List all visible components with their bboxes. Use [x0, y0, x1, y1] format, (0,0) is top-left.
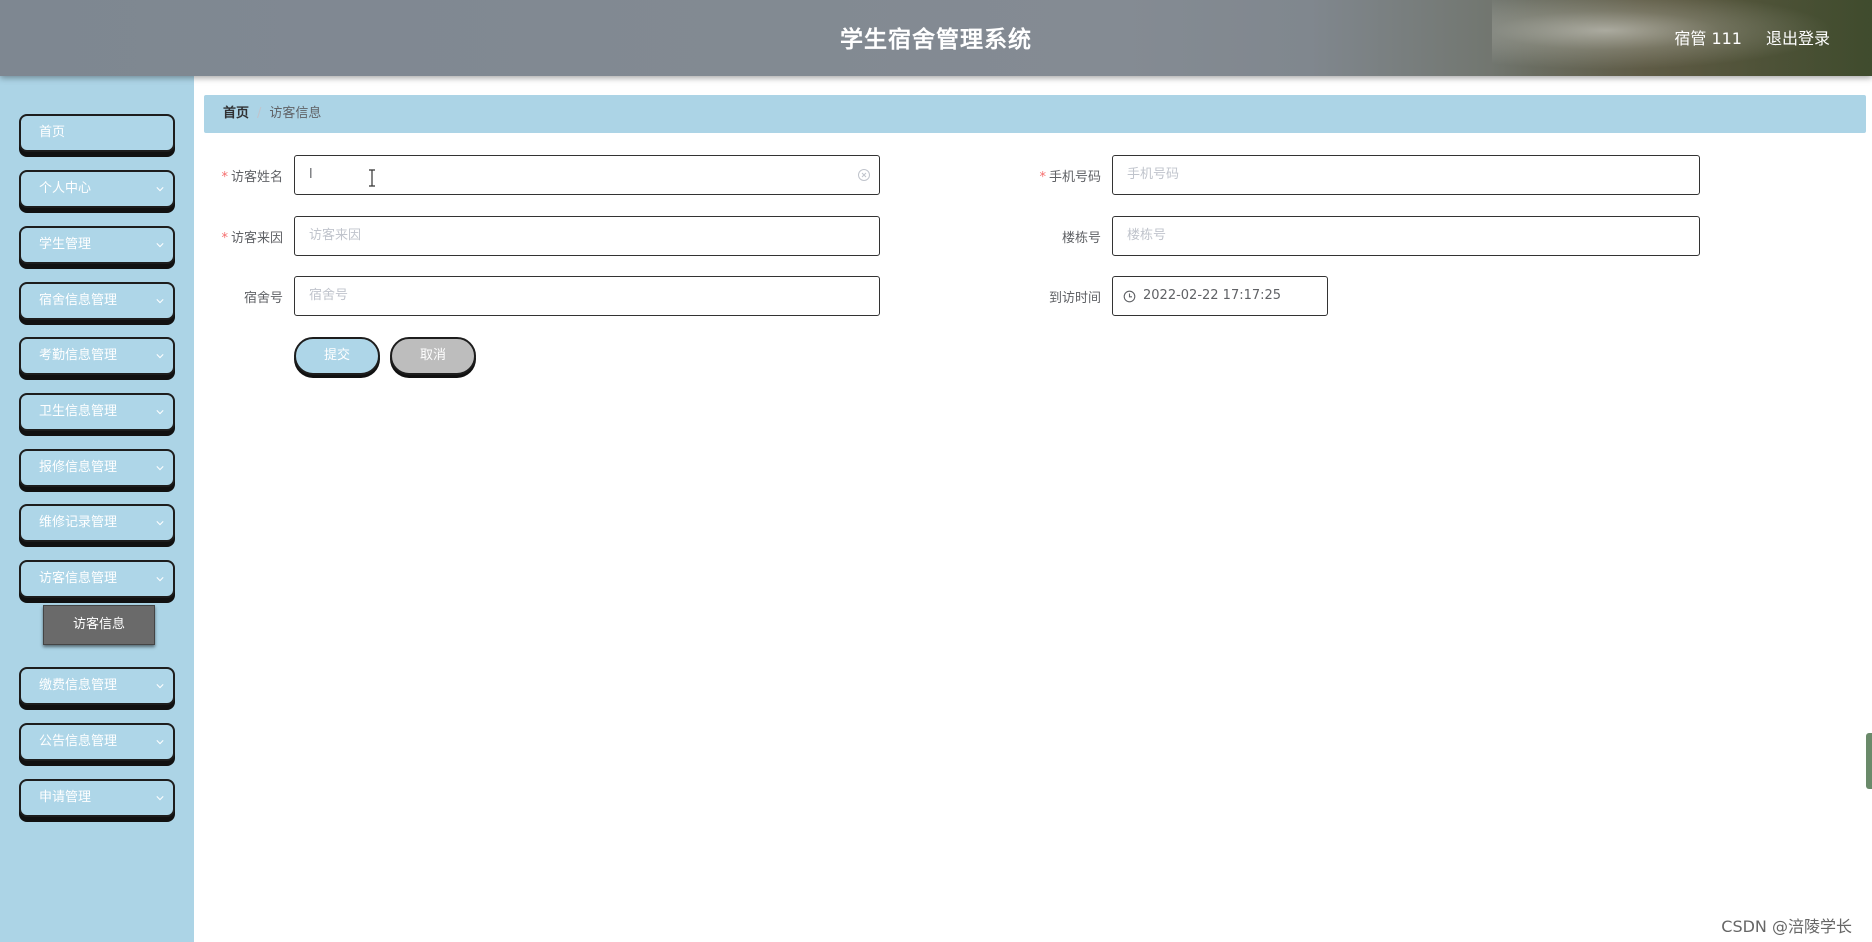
visit-reason-input[interactable]: 访客来因: [294, 216, 880, 256]
chevron-down-icon: [156, 577, 164, 582]
sidebar-item-label: 访客信息管理: [39, 571, 118, 586]
chevron-down-icon: [156, 243, 164, 248]
scrollbar-thumb[interactable]: [1866, 733, 1872, 789]
chevron-down-icon: [156, 410, 164, 415]
required-mark: *: [1039, 170, 1046, 185]
sidebar-item-label: 缴费信息管理: [39, 678, 118, 693]
building-label: 楼栋号: [1061, 231, 1101, 246]
cancel-button[interactable]: 取消: [390, 337, 476, 375]
phone-label: * 手机号码: [1039, 170, 1101, 185]
sidebar: 首页 个人中心 学生管理 宿舍信息管理 考勤信息管理 卫生信息管理 报修信息管理…: [0, 76, 194, 942]
visit-time-picker[interactable]: 2022-02-22 17:17:25: [1112, 276, 1328, 316]
sidebar-item-label: 维修记录管理: [39, 515, 118, 530]
text-cursor-icon: [369, 169, 375, 187]
sidebar-item-label: 公告信息管理: [39, 734, 118, 749]
visitor-name-input[interactable]: l: [294, 155, 880, 195]
logout-link[interactable]: 退出登录: [1766, 25, 1830, 49]
submit-button[interactable]: 提交: [294, 337, 380, 375]
breadcrumb-current: 访客信息: [269, 106, 322, 121]
sidebar-item-label: 考勤信息管理: [39, 348, 118, 363]
sidebar-item-label: 报修信息管理: [39, 460, 118, 475]
dorm-number-label: 宿舍号: [243, 291, 283, 306]
clock-icon: [1123, 290, 1136, 303]
watermark: CSDN @涪陵学长: [1721, 917, 1852, 936]
sidebar-subitem-visitor-info[interactable]: 访客信息: [43, 605, 155, 645]
current-user-label: 宿管 111: [1674, 29, 1742, 48]
sidebar-item-repair-report[interactable]: 报修信息管理: [19, 449, 175, 487]
sidebar-item-label: 申请管理: [39, 790, 92, 805]
phone-input[interactable]: 手机号码: [1112, 155, 1700, 195]
sidebar-item-personal-center[interactable]: 个人中心: [19, 170, 175, 208]
chevron-down-icon: [156, 521, 164, 526]
sidebar-item-student-management[interactable]: 学生管理: [19, 226, 175, 264]
main-content: 首页 / 访客信息 * 访客姓名 l * 手机号码 手机号码 * 访客来因 访客来因 楼栋…: [194, 76, 1872, 942]
sidebar-item-visitor[interactable]: 访客信息管理: [19, 560, 175, 598]
sidebar-item-application[interactable]: 申请管理: [19, 779, 175, 817]
chevron-down-icon: [156, 740, 164, 745]
sidebar-item-label: 卫生信息管理: [39, 404, 118, 419]
chevron-down-icon: [156, 466, 164, 471]
chevron-down-icon: [156, 684, 164, 689]
building-input[interactable]: 楼栋号: [1112, 216, 1700, 256]
sidebar-item-home[interactable]: 首页: [19, 114, 175, 152]
chevron-down-icon: [156, 354, 164, 359]
sidebar-item-payment[interactable]: 缴费信息管理: [19, 667, 175, 705]
sidebar-item-hygiene[interactable]: 卫生信息管理: [19, 393, 175, 431]
chevron-down-icon: [156, 299, 164, 304]
sidebar-item-label: 首页: [39, 125, 66, 140]
breadcrumb-separator: /: [257, 106, 262, 121]
sidebar-item-announcement[interactable]: 公告信息管理: [19, 723, 175, 761]
sidebar-item-label: 学生管理: [39, 237, 92, 252]
required-mark: *: [221, 231, 228, 246]
breadcrumb: 首页 / 访客信息: [204, 95, 1866, 133]
breadcrumb-home[interactable]: 首页: [223, 106, 249, 121]
app-title: 学生宿舍管理系统: [840, 27, 1032, 53]
sidebar-item-label: 宿舍信息管理: [39, 293, 118, 308]
clear-icon[interactable]: [857, 168, 871, 182]
top-header: 学生宿舍管理系统 宿管 111 退出登录: [0, 0, 1872, 76]
sidebar-item-dorm-info[interactable]: 宿舍信息管理: [19, 282, 175, 320]
dorm-number-input[interactable]: 宿舍号: [294, 276, 880, 316]
sidebar-item-attendance[interactable]: 考勤信息管理: [19, 337, 175, 375]
visit-reason-label: * 访客来因: [221, 231, 283, 246]
chevron-down-icon: [156, 796, 164, 801]
visitor-name-label: * 访客姓名: [221, 170, 283, 185]
chevron-down-icon: [156, 187, 164, 192]
required-mark: *: [221, 170, 228, 185]
sidebar-item-repair-record[interactable]: 维修记录管理: [19, 504, 175, 542]
sidebar-item-label: 个人中心: [39, 181, 92, 196]
visit-time-label: 到访时间: [1048, 291, 1101, 306]
